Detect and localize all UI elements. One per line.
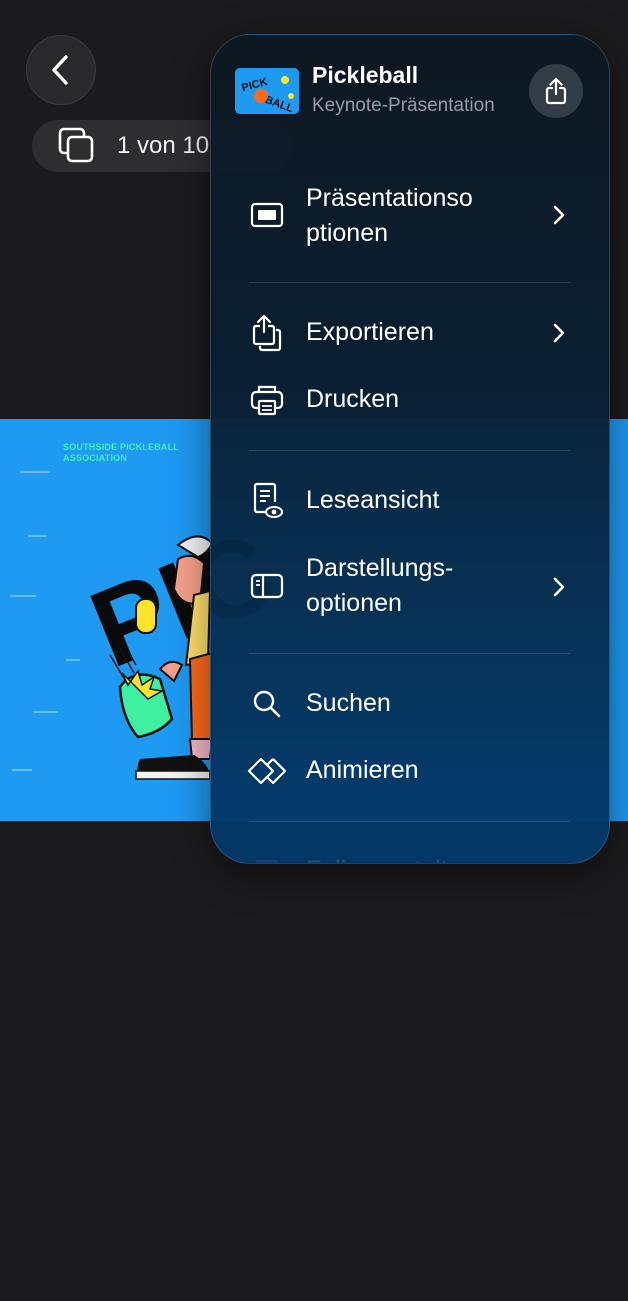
- share-button[interactable]: [529, 64, 583, 118]
- chevron-left-icon: [52, 55, 68, 85]
- menu-divider: [249, 282, 571, 283]
- document-title: Pickleball: [312, 62, 419, 88]
- menu-item-print[interactable]: Drucken: [211, 380, 609, 420]
- menu-item-presentation-options[interactable]: Präsentationso ptionen: [211, 183, 609, 253]
- menu-scroll-fade: [211, 823, 609, 863]
- menu-item-label: Drucken: [306, 385, 400, 413]
- document-thumbnail: PICK BALL: [235, 68, 299, 114]
- menu-item-search[interactable]: Suchen: [211, 684, 609, 724]
- menu-item-animate[interactable]: Animieren: [211, 751, 609, 791]
- presentation-screen-icon: [247, 195, 287, 235]
- document-menu: PICK BALL Pickleball Keynote-Präsentatio…: [210, 34, 610, 864]
- menu-divider: [249, 450, 571, 451]
- magnifier-icon: [247, 684, 287, 724]
- sidebar-view-icon: [247, 566, 287, 606]
- menu-item-label: Präsentationso ptionen: [306, 184, 473, 247]
- document-subtitle: Keynote-Präsentation: [312, 95, 495, 116]
- chevron-right-icon: [553, 323, 565, 343]
- menu-item-label: Exportieren: [306, 318, 434, 346]
- menu-item-reading-view[interactable]: Leseansicht: [211, 481, 609, 521]
- menu-item-label: Leseansicht: [306, 486, 440, 514]
- slide-counter-text: 1 von 10: [117, 132, 210, 159]
- menu-item-label: Suchen: [306, 689, 391, 717]
- chevron-right-icon: [553, 205, 565, 225]
- animate-diamonds-icon: [247, 751, 287, 791]
- chevron-right-icon: [553, 577, 565, 597]
- share-icon: [545, 77, 567, 105]
- slides-stack-icon: [58, 127, 94, 163]
- back-button[interactable]: [26, 35, 96, 105]
- menu-item-label: Animieren: [306, 756, 419, 784]
- menu-item-label: Darstellungs- optionen: [306, 554, 454, 617]
- menu-divider: [249, 653, 571, 654]
- reading-view-icon: [247, 481, 287, 521]
- menu-divider: [249, 821, 571, 822]
- export-share-icon: [247, 313, 287, 353]
- menu-item-export[interactable]: Exportieren: [211, 313, 609, 353]
- menu-item-view-options[interactable]: Darstellungs- optionen: [211, 551, 609, 621]
- printer-icon: [247, 380, 287, 420]
